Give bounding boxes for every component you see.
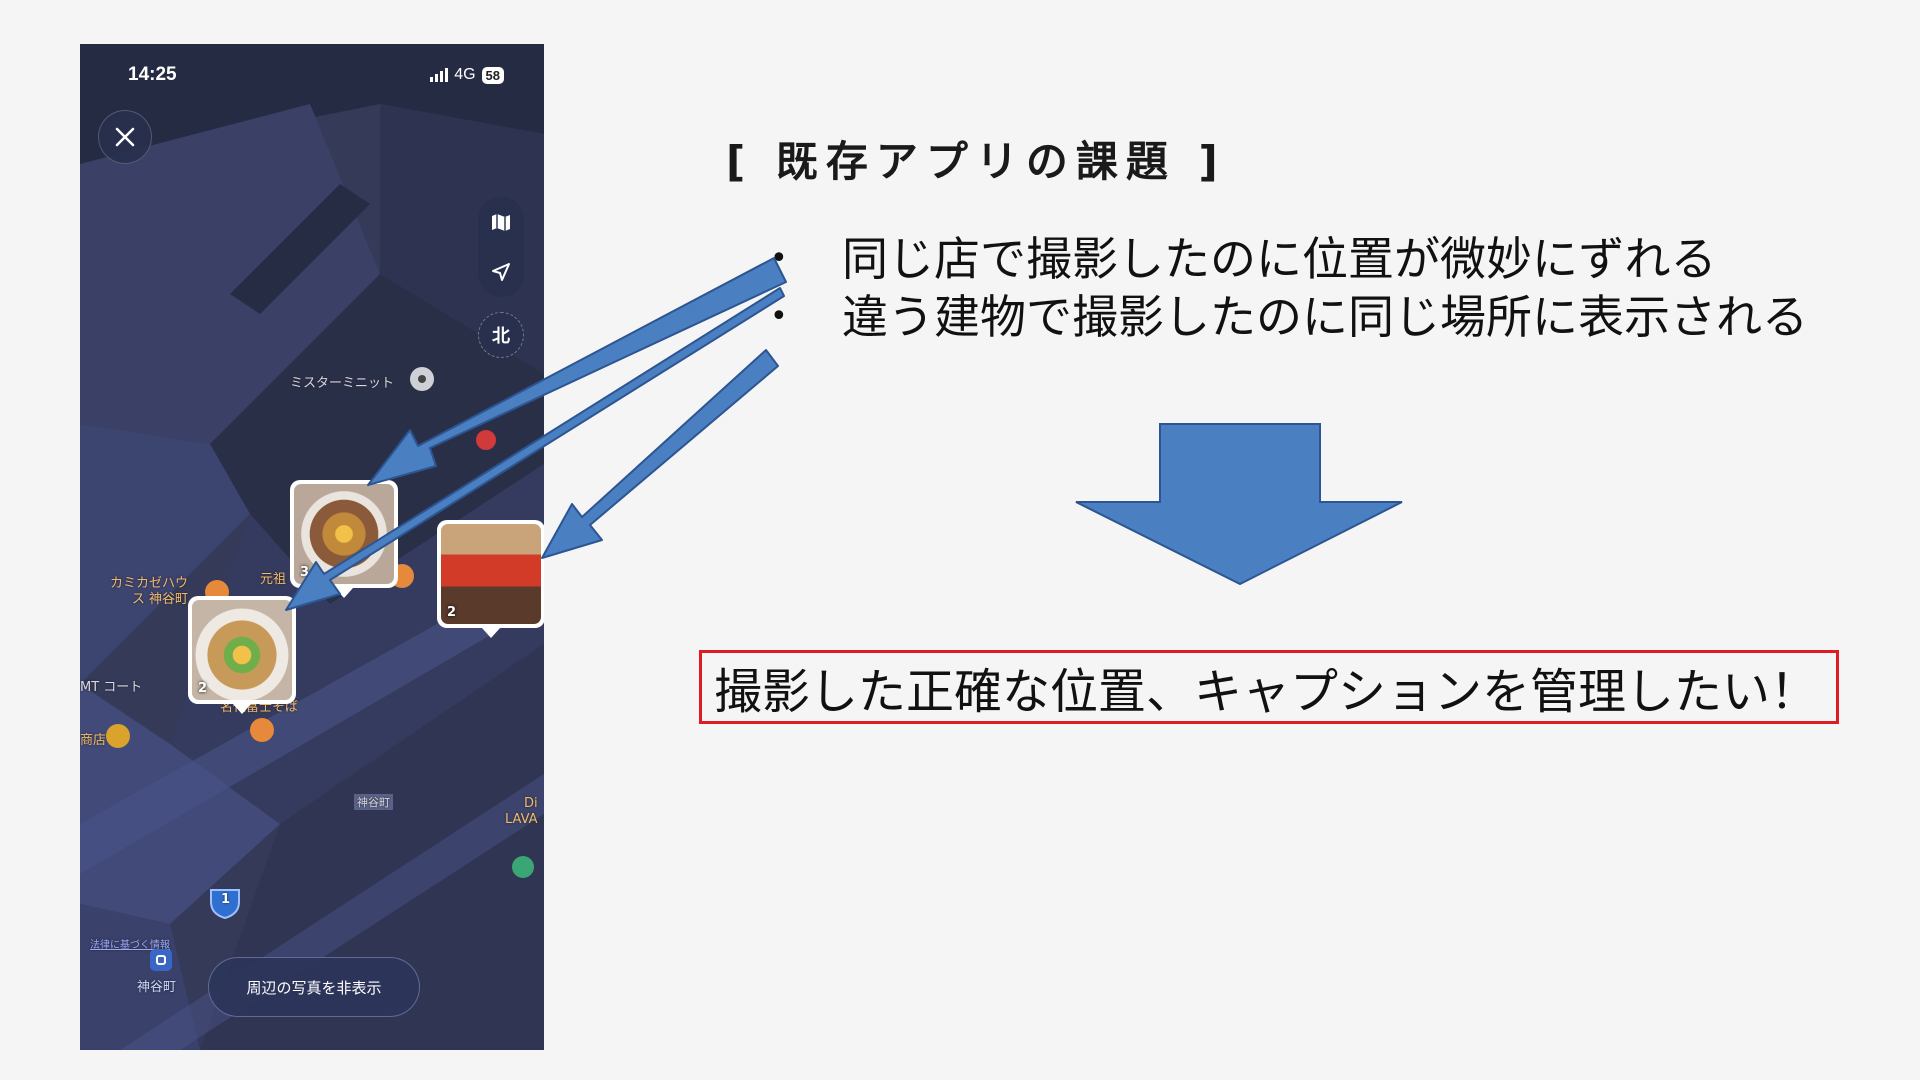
issue-item: 違う建物で撮影したのに同じ場所に表示される [770, 288, 1808, 346]
photo-count: 2 [198, 681, 208, 696]
map-label-lava: Di LAVA [505, 796, 538, 827]
status-time: 14:25 [128, 64, 177, 85]
food-pin-red[interactable] [476, 430, 496, 450]
map-label-kamiyacho: 神谷町 [137, 980, 177, 995]
photo-pin-ramen-1[interactable]: 3 [290, 480, 398, 588]
pointer-arrow-to-table [541, 349, 779, 559]
phone-screenshot: 14:25 4G 58 北 ミスターミニット カミカゼハウ ス 神谷町 元祖 名… [80, 44, 544, 1050]
conclusion-box: 撮影した正確な位置、キャプションを管理したい！ [699, 650, 1839, 724]
photo-count: 3 [300, 565, 310, 580]
shop-pin[interactable] [106, 724, 130, 748]
issue-list: 同じ店で撮影したのに位置が微妙にずれる 違う建物で撮影したのに同じ場所に表示され… [770, 230, 1808, 346]
slide-heading: [ 既存アプリの課題 ] [726, 137, 1226, 186]
status-indicators: 4G 58 [430, 66, 504, 84]
down-arrow-icon [1075, 423, 1403, 586]
battery-indicator: 58 [481, 66, 504, 84]
photo-pin-ramen-2[interactable]: 2 [188, 596, 296, 704]
map-label-mt-court: MT コート [80, 680, 143, 695]
metro-icon[interactable] [150, 949, 172, 971]
photo-count: 2 [447, 605, 457, 620]
map-label-shop: 商店 [80, 733, 107, 748]
gym-pin[interactable] [512, 856, 534, 878]
map-label-mister-minit: ミスターミニット [290, 376, 395, 391]
mister-minit-pin[interactable] [410, 367, 434, 391]
close-button[interactable] [98, 110, 152, 164]
compass-button[interactable]: 北 [478, 312, 524, 358]
close-icon [115, 127, 135, 147]
map-label-ganso: 元祖 [260, 572, 287, 587]
route-number: 1 [221, 892, 231, 907]
map-icon[interactable] [490, 211, 512, 233]
map-label-kamikaze-house: カミカゼハウ ス 神谷町 [110, 576, 189, 607]
issue-item: 同じ店で撮影したのに位置が微妙にずれる [770, 230, 1808, 288]
signal-icon [430, 68, 449, 82]
photo-pin-table[interactable]: 2 [437, 520, 544, 628]
map-controls [478, 197, 524, 297]
map-label-kamiyacho-station: 神谷町 [354, 794, 393, 810]
hide-nearby-photos-button[interactable]: 周辺の写真を非表示 [208, 957, 420, 1017]
network-label: 4G [454, 66, 476, 83]
location-arrow-icon[interactable] [490, 261, 512, 283]
fujisoba-pin[interactable] [250, 718, 274, 742]
